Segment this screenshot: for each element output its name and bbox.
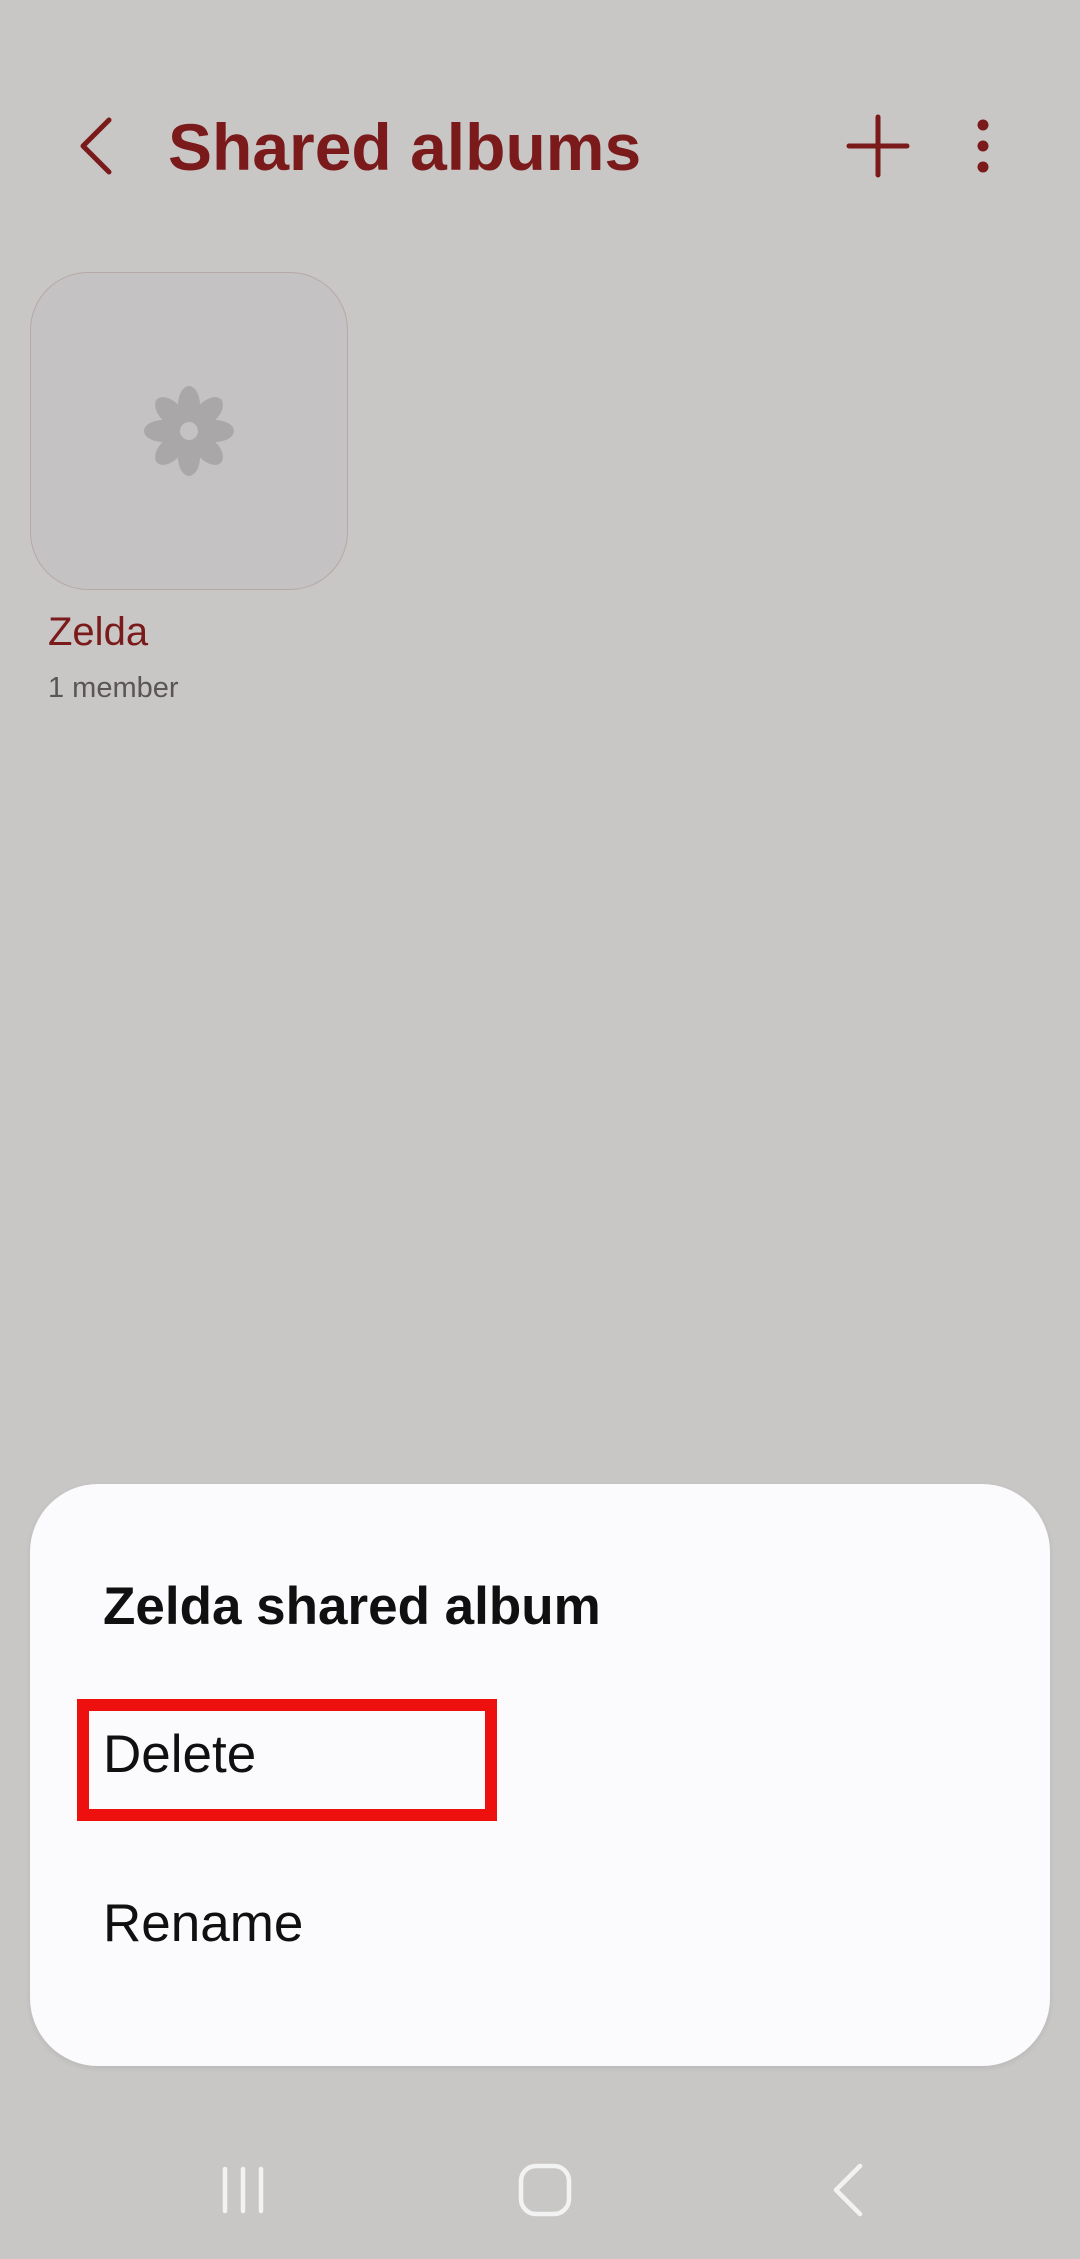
home-icon: [518, 2163, 572, 2217]
delete-option[interactable]: Delete: [103, 1700, 963, 1810]
back-icon: [833, 2163, 863, 2217]
recent-apps-button[interactable]: [183, 2150, 303, 2230]
recent-apps-icon: [222, 2166, 264, 2214]
flower-placeholder-icon: [144, 386, 234, 476]
add-album-button[interactable]: [840, 108, 915, 183]
chevron-left-icon: [80, 117, 112, 174]
plus-icon: [846, 114, 909, 177]
album-member-count: 1 member: [48, 672, 179, 704]
page-title: Shared albums: [168, 110, 642, 184]
navigation-bar: [0, 2140, 1080, 2240]
album-options-sheet: Zelda shared album Delete Rename: [30, 1484, 1050, 2066]
album-tile[interactable]: Zelda 1 member: [30, 272, 350, 708]
back-button[interactable]: [60, 108, 130, 183]
system-back-button[interactable]: [788, 2150, 908, 2230]
home-button[interactable]: [485, 2150, 605, 2230]
more-vertical-icon: [977, 119, 988, 172]
album-thumbnail: [30, 272, 348, 590]
sheet-title: Zelda shared album: [103, 1577, 601, 1636]
app-bar: Shared albums: [0, 90, 1080, 200]
more-options-button[interactable]: [955, 108, 1010, 183]
rename-option[interactable]: Rename: [103, 1869, 963, 1979]
screen: Shared albums Zelda 1 member Zelda share…: [0, 0, 1080, 2259]
album-name: Zelda: [48, 610, 149, 654]
